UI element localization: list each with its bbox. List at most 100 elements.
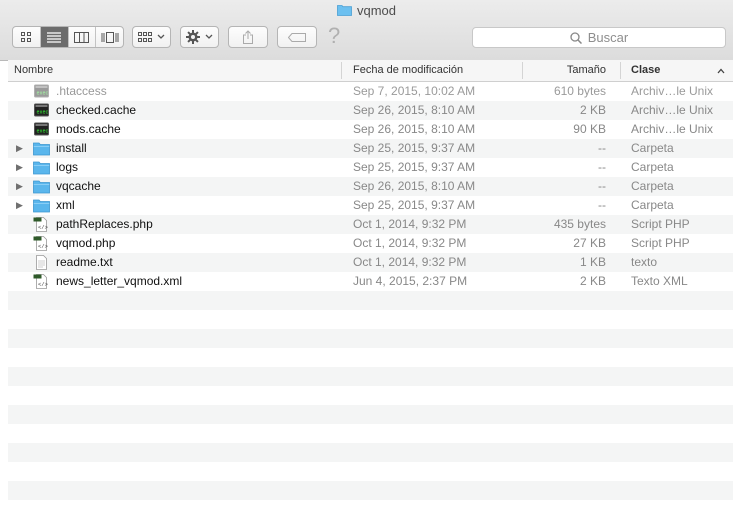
tags-button[interactable] [277, 26, 317, 48]
file-date: Oct 1, 2014, 9:32 PM [353, 217, 467, 231]
coverflow-view-icon[interactable] [96, 27, 123, 47]
disclosure-triangle-icon[interactable]: ▶ [16, 196, 26, 215]
column-divider[interactable] [620, 62, 621, 79]
file-row[interactable]: exec mods.cache Sep 26, 2015, 8:10 AM 90 KB… [8, 120, 733, 139]
file-name: .htaccess [56, 84, 107, 98]
search-icon [570, 31, 582, 44]
column-divider[interactable] [341, 62, 342, 79]
file-name: mods.cache [56, 122, 121, 136]
code-file-icon: </> [33, 217, 50, 232]
svg-text:</>: </> [38, 243, 48, 250]
sort-ascending-icon [717, 68, 725, 74]
file-row[interactable]: ▶ xml Sep 25, 2015, 9:37 AM -- Carpeta [8, 196, 733, 215]
file-kind: texto [631, 255, 658, 269]
file-name: news_letter_vqmod.xml [56, 274, 183, 288]
file-row[interactable]: ▶ logs Sep 25, 2015, 9:37 AM -- Carpeta [8, 158, 733, 177]
file-date: Sep 25, 2015, 9:37 AM [353, 198, 476, 212]
folder-icon [337, 5, 352, 16]
column-header: Nombre Fecha de modificación Tamaño Clas… [8, 60, 733, 82]
file-name: readme.txt [56, 255, 113, 269]
column-view-icon[interactable] [69, 27, 97, 47]
file-kind: Archiv…le Unix [631, 122, 714, 136]
folder-icon [33, 179, 50, 194]
file-row[interactable]: readme.txt Oct 1, 2014, 9:32 PM 1 KB texto [8, 253, 733, 272]
file-size: -- [598, 160, 606, 174]
file-date: Jun 4, 2015, 2:37 PM [353, 274, 468, 288]
file-date: Oct 1, 2014, 9:32 PM [353, 236, 467, 250]
file-date: Oct 1, 2014, 9:32 PM [353, 255, 467, 269]
file-kind: Carpeta [631, 179, 674, 193]
arrange-button[interactable] [132, 26, 171, 48]
disclosure-triangle-icon[interactable]: ▶ [16, 139, 26, 158]
file-size: -- [598, 198, 606, 212]
file-date: Sep 25, 2015, 9:37 AM [353, 160, 476, 174]
column-date[interactable]: Fecha de modificación [353, 64, 463, 76]
file-rows: exec .htaccess Sep 7, 2015, 10:02 AM 610 by… [8, 82, 733, 291]
disclosure-triangle-icon[interactable]: ▶ [16, 158, 26, 177]
code-file-icon: </> [33, 236, 50, 251]
list-view-icon[interactable] [40, 27, 69, 47]
file-name: vqcache [56, 179, 101, 193]
file-name: xml [56, 198, 75, 212]
file-size: -- [598, 179, 606, 193]
disclosure-triangle-icon[interactable]: ▶ [16, 177, 26, 196]
column-divider[interactable] [522, 62, 523, 79]
file-row[interactable]: ▶ vqcache Sep 26, 2015, 8:10 AM -- Carpeta [8, 177, 733, 196]
file-name: checked.cache [56, 103, 137, 117]
svg-text:</>: </> [38, 224, 48, 231]
file-kind: Script PHP [631, 236, 690, 250]
file-date: Sep 26, 2015, 8:10 AM [353, 179, 476, 193]
executable-file-icon: exec [33, 103, 50, 118]
file-list[interactable]: Nombre Fecha de modificación Tamaño Clas… [8, 60, 733, 519]
file-kind: Archiv…le Unix [631, 84, 714, 98]
file-row[interactable]: exec .htaccess Sep 7, 2015, 10:02 AM 610 by… [8, 82, 733, 101]
folder-icon [33, 160, 50, 175]
tag-icon [288, 32, 306, 42]
file-date: Sep 26, 2015, 8:10 AM [353, 122, 476, 136]
file-size: 90 KB [573, 122, 606, 136]
file-row[interactable]: </> pathReplaces.php Oct 1, 2014, 9:32 PM 4… [8, 215, 733, 234]
code-file-icon: </> [33, 274, 50, 289]
column-name[interactable]: Nombre [14, 64, 53, 76]
file-size: -- [598, 141, 606, 155]
search-placeholder: Buscar [587, 30, 629, 45]
file-name: vqmod.php [56, 236, 116, 250]
file-date: Sep 26, 2015, 8:10 AM [353, 103, 476, 117]
file-size: 435 bytes [553, 217, 606, 231]
gear-icon [186, 30, 200, 44]
svg-text:exec: exec [37, 91, 49, 97]
file-date: Sep 7, 2015, 10:02 AM [353, 84, 476, 98]
action-button[interactable] [180, 26, 219, 48]
toolbar: vqmod ? Buscar [0, 0, 733, 61]
file-kind: Texto XML [631, 274, 688, 288]
file-kind: Carpeta [631, 198, 674, 212]
svg-text:exec: exec [37, 110, 49, 116]
file-name: pathReplaces.php [56, 217, 153, 231]
share-icon [243, 30, 253, 44]
chevron-down-icon [205, 34, 213, 39]
column-kind[interactable]: Clase [631, 64, 660, 76]
file-name: install [56, 141, 87, 155]
file-row[interactable]: </> news_letter_vqmod.xml Jun 4, 2015, 2:3… [8, 272, 733, 291]
arrange-icon [138, 31, 152, 42]
column-size[interactable]: Tamaño [567, 64, 606, 76]
file-size: 2 KB [579, 274, 606, 288]
file-kind: Carpeta [631, 160, 674, 174]
share-button[interactable] [228, 26, 268, 48]
file-date: Sep 25, 2015, 9:37 AM [353, 141, 476, 155]
text-file-icon [33, 255, 50, 270]
file-row[interactable]: exec checked.cache Sep 26, 2015, 8:10 AM 2 … [8, 101, 733, 120]
search-input[interactable]: Buscar [472, 27, 726, 48]
svg-text:exec: exec [37, 129, 49, 135]
file-row[interactable]: ▶ install Sep 25, 2015, 9:37 AM -- Carpeta [8, 139, 733, 158]
icon-view-icon[interactable] [13, 27, 41, 47]
help-icon[interactable]: ? [328, 23, 340, 49]
file-row[interactable]: </> vqmod.php Oct 1, 2014, 9:32 PM 27 KB Scr… [8, 234, 733, 253]
file-size: 610 bytes [553, 84, 606, 98]
view-mode-control[interactable] [12, 26, 124, 48]
file-size: 1 KB [579, 255, 606, 269]
file-size: 2 KB [579, 103, 606, 117]
folder-icon [33, 141, 50, 156]
executable-file-icon: exec [33, 84, 50, 99]
file-kind: Script PHP [631, 217, 690, 231]
